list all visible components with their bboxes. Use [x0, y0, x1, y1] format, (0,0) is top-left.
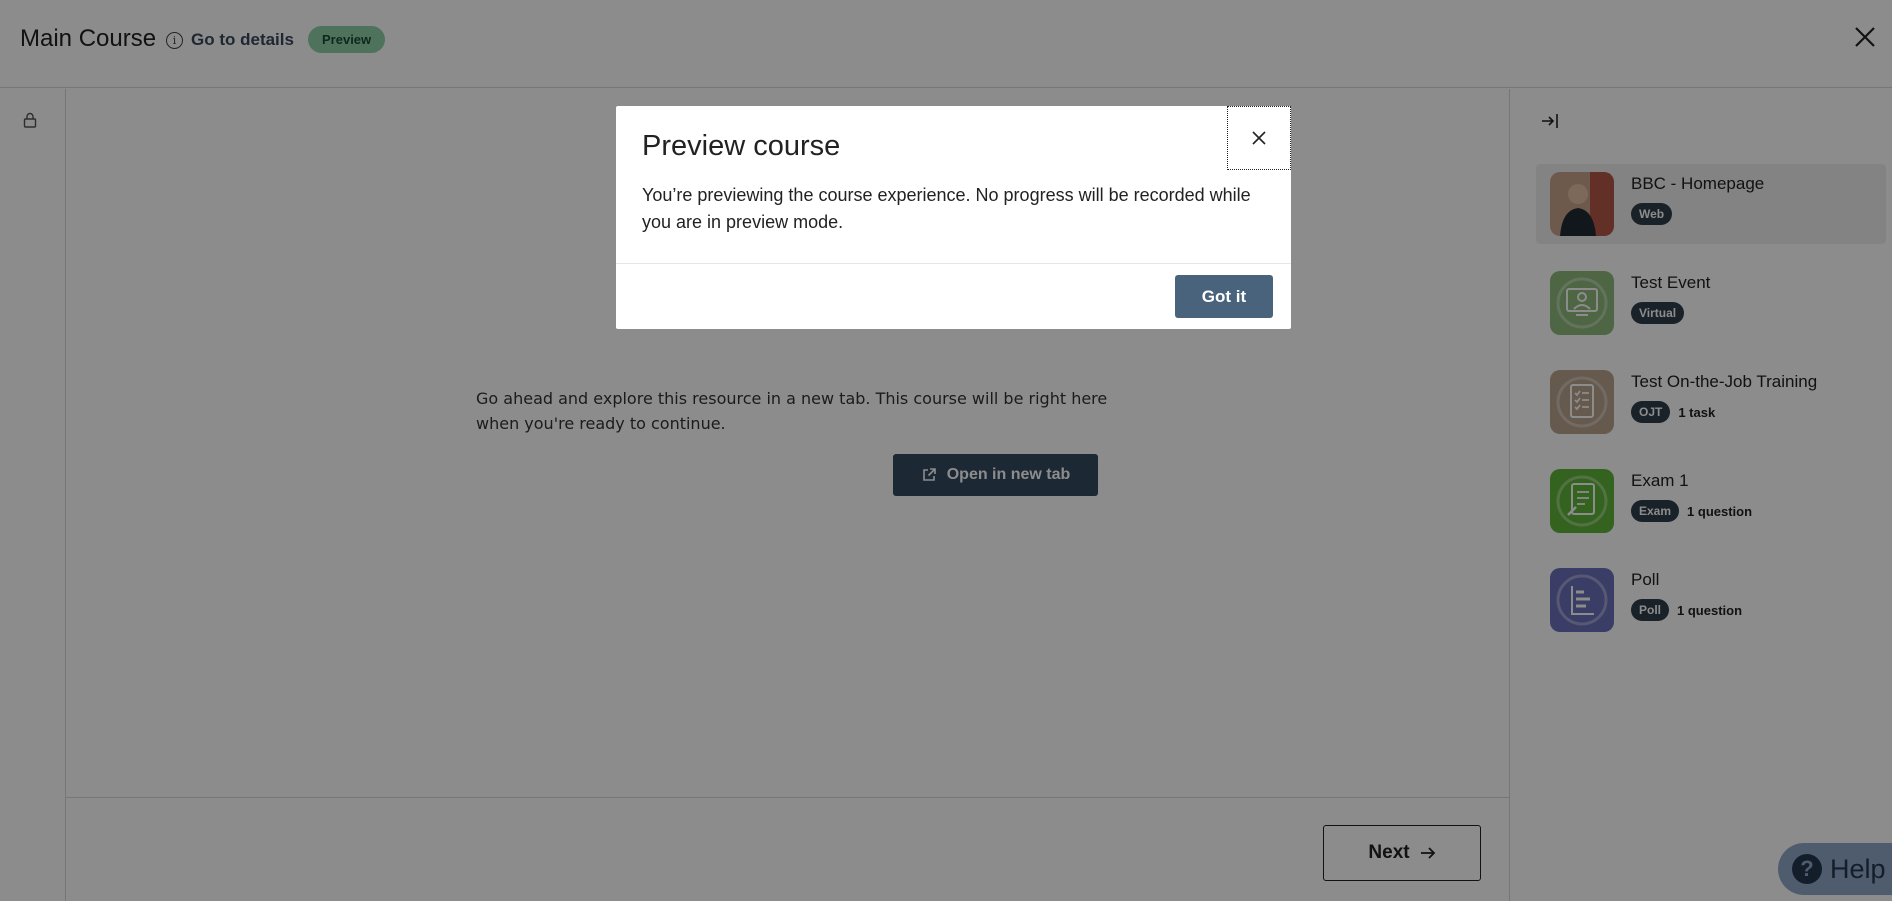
preview-course-dialog: Preview course You’re previewing the cou…: [616, 106, 1291, 329]
dialog-message: You’re previewing the course experience.…: [642, 185, 1251, 232]
close-icon: [1252, 131, 1266, 145]
dialog-divider: [616, 263, 1291, 264]
got-it-button[interactable]: Got it: [1175, 275, 1273, 318]
dialog-close-button[interactable]: [1227, 106, 1291, 170]
dialog-title: Preview course: [642, 130, 841, 162]
